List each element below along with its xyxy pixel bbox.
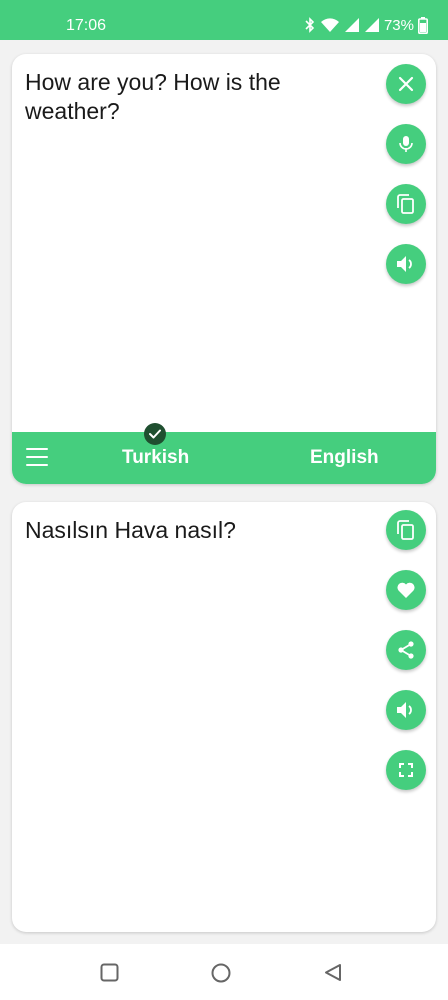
- bluetooth-icon: [304, 17, 316, 33]
- copy-icon: [397, 194, 415, 214]
- copy-icon: [397, 520, 415, 540]
- status-icons: 73%: [304, 14, 428, 36]
- target-card: Nasılsın Hava nasıl?: [12, 502, 436, 932]
- menu-icon-line: [26, 448, 48, 450]
- copy-translation-button[interactable]: [386, 510, 426, 550]
- battery-percent: 73%: [383, 16, 414, 34]
- source-language-button[interactable]: Turkish: [122, 447, 189, 469]
- speaker-icon: [396, 255, 416, 273]
- menu-button[interactable]: [26, 448, 48, 466]
- favorite-button[interactable]: [386, 570, 426, 610]
- translated-text: Nasılsın Hava nasıl?: [25, 517, 236, 543]
- share-icon: [397, 641, 415, 659]
- speaker-icon: [396, 701, 416, 719]
- home-circle-icon[interactable]: [211, 963, 231, 988]
- battery-icon: [418, 16, 428, 34]
- speak-source-button[interactable]: [386, 244, 426, 284]
- fullscreen-button[interactable]: [386, 750, 426, 790]
- selected-language-checkmark-icon: [144, 423, 166, 445]
- system-navigation-bar: [0, 944, 448, 1000]
- menu-icon-line: [26, 464, 48, 466]
- share-button[interactable]: [386, 630, 426, 670]
- signal-icon: [344, 17, 360, 33]
- wifi-icon: [320, 17, 340, 33]
- heart-icon: [396, 581, 416, 599]
- status-time: 17:06: [66, 17, 107, 34]
- copy-source-button[interactable]: [386, 184, 426, 224]
- target-language-button[interactable]: English: [310, 447, 379, 469]
- status-bar: 17:06 73%: [0, 0, 448, 40]
- menu-icon-line: [26, 456, 48, 458]
- voice-input-button[interactable]: [386, 124, 426, 164]
- microphone-icon: [397, 135, 415, 153]
- language-bar: Turkish English: [12, 423, 436, 484]
- back-triangle-icon[interactable]: [324, 963, 342, 987]
- fullscreen-icon: [398, 762, 414, 778]
- speak-translation-button[interactable]: [386, 690, 426, 730]
- signal-icon: [364, 17, 380, 33]
- recents-square-icon[interactable]: [100, 963, 119, 987]
- close-icon: [398, 76, 414, 92]
- source-text[interactable]: How are you? How is the weather?: [25, 68, 375, 126]
- source-card: How are you? How is the weather? Turkish…: [12, 54, 436, 484]
- clear-button[interactable]: [386, 64, 426, 104]
